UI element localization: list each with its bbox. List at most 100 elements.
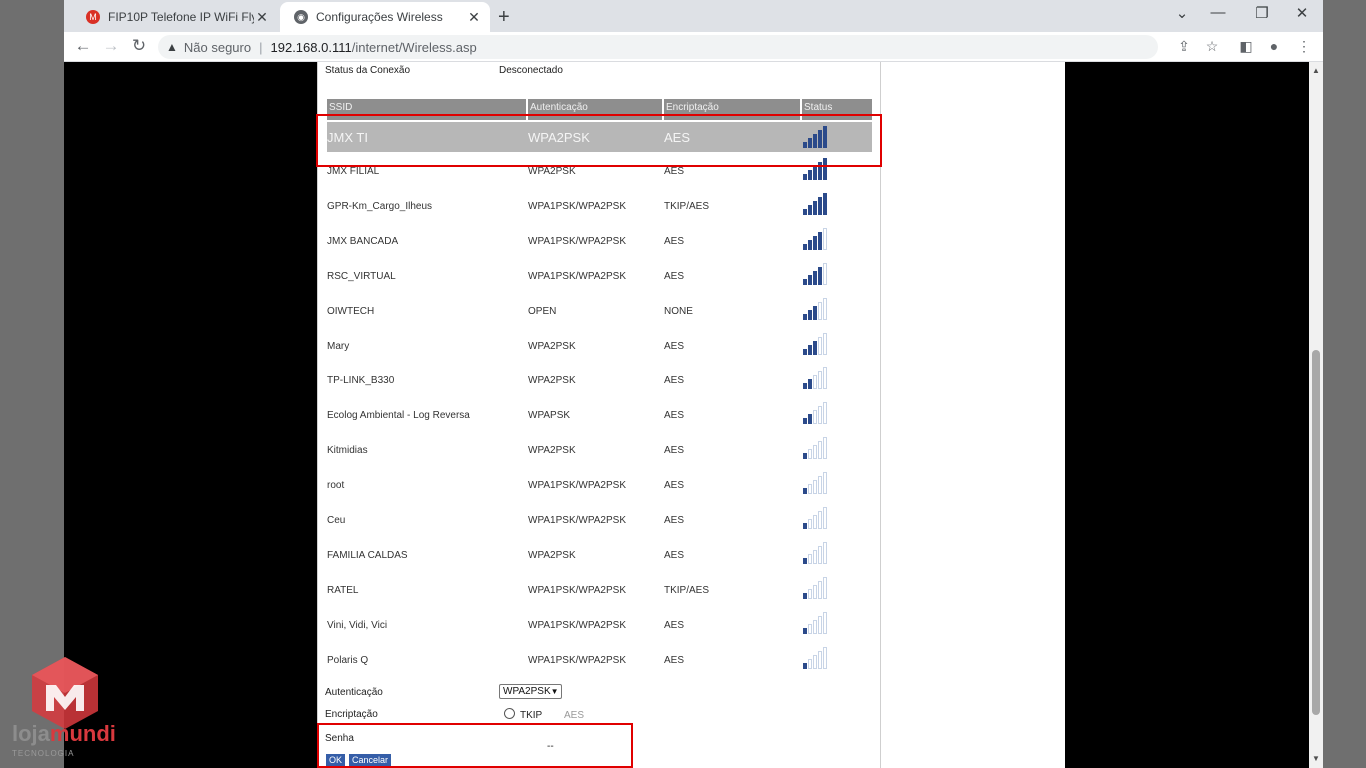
tab-search-icon[interactable]: ⌄	[1170, 4, 1194, 22]
table-row-selected[interactable]: JMX TI WPA2PSK AES	[327, 122, 872, 152]
cell-auth: WPA1PSK/WPA2PSK	[528, 480, 626, 492]
close-icon[interactable]: ✕	[466, 9, 482, 25]
cell-ssid: root	[327, 480, 345, 492]
scroll-down-icon[interactable]: ▼	[1309, 754, 1323, 763]
cell-ssid: RATEL	[327, 584, 359, 596]
signal-strength-icon	[803, 472, 829, 495]
separator: |	[259, 39, 263, 55]
cell-ssid: RSC_VIRTUAL	[327, 270, 396, 282]
brand-part-a: loja	[12, 721, 50, 746]
cell-ssid: Polaris Q	[327, 654, 369, 666]
page-viewport: Status da Conexão Desconectado SSID Aute…	[64, 62, 1309, 768]
table-row[interactable]: Vini, Vidi, Vici WPA1PSK/WPA2PSK AES	[327, 608, 872, 642]
cell-enc: AES	[664, 410, 685, 422]
minimize-button[interactable]: —	[1206, 4, 1230, 21]
cell-auth: WPA1PSK/WPA2PSK	[528, 515, 626, 526]
cell-ssid: JMX BANCADA	[327, 235, 399, 247]
tab-fip10p[interactable]: M FIP10P Telefone IP WiFi Flyingvoi ✕	[72, 2, 278, 32]
aes-label: AES	[564, 710, 585, 721]
cell-enc: AES	[664, 515, 685, 526]
cell-auth: WPA2PSK	[528, 375, 576, 387]
table-row[interactable]: RSC_VIRTUAL WPA1PSK/WPA2PSK AES	[327, 259, 872, 293]
close-window-button[interactable]: ✕	[1290, 4, 1314, 22]
bookmark-star-icon[interactable]: ☆	[1202, 38, 1222, 55]
close-icon[interactable]: ✕	[254, 9, 270, 25]
signal-strength-icon	[803, 262, 829, 285]
header-enc: Encriptação	[664, 99, 800, 120]
cell-auth: WPA2PSK	[528, 166, 576, 177]
ok-button[interactable]: OK	[326, 754, 346, 766]
cell-enc: TKIP/AES	[664, 584, 710, 596]
signal-strength-icon	[803, 192, 829, 215]
signal-strength-icon	[803, 227, 829, 250]
scrollbar-thumb[interactable]	[1312, 350, 1320, 715]
restore-button[interactable]: ❐	[1250, 4, 1274, 22]
cell-ssid: TP-LINK_B330	[327, 375, 395, 387]
forward-icon[interactable]: →	[100, 36, 122, 56]
table-row[interactable]: RATEL WPA1PSK/WPA2PSK TKIP/AES	[327, 573, 872, 607]
table-row[interactable]: OIWTECH OPEN NONE	[327, 294, 872, 328]
table-row[interactable]: GPR-Km_Cargo_Ilheus WPA1PSK/WPA2PSK TKIP/A…	[327, 189, 872, 223]
cell-enc: AES	[664, 445, 685, 457]
cell-ssid: Ecolog Ambiental - Log Reversa	[327, 410, 470, 422]
signal-strength-icon	[803, 297, 829, 320]
password-label: Senha	[325, 733, 354, 744]
new-tab-button[interactable]: +	[498, 6, 510, 29]
menu-icon[interactable]: ⋮	[1294, 38, 1314, 55]
security-label: Não seguro	[183, 39, 252, 55]
back-icon[interactable]: ←	[72, 36, 94, 56]
auth-select[interactable]: WPA2PSK ▼	[499, 684, 562, 699]
cell-enc: AES	[664, 619, 685, 631]
table-row[interactable]: Kitmidias WPA2PSK AES	[327, 433, 872, 467]
cell-ssid: OIWTECH	[327, 305, 375, 317]
password-field[interactable]: --	[547, 741, 554, 752]
cell-auth: WPAPSK	[528, 410, 571, 422]
table-row[interactable]: JMX FILIAL WPA2PSK AES	[327, 154, 872, 188]
cell-enc: AES	[664, 235, 685, 247]
cell-auth: WPA2PSK	[528, 130, 590, 145]
cell-auth: WPA1PSK/WPA2PSK	[528, 619, 626, 631]
table-row[interactable]: JMX BANCADA WPA1PSK/WPA2PSK AES	[327, 224, 872, 258]
cell-auth: WPA1PSK/WPA2PSK	[528, 200, 626, 212]
url-path: /internet/Wireless.asp	[351, 39, 477, 55]
cell-auth: WPA1PSK/WPA2PSK	[528, 235, 626, 247]
reload-icon[interactable]: ↻	[128, 36, 150, 56]
signal-strength-icon	[803, 332, 829, 355]
cell-auth: WPA1PSK/WPA2PSK	[528, 654, 626, 666]
cell-enc: AES	[664, 480, 685, 492]
divider	[317, 62, 318, 768]
cell-enc: AES	[664, 130, 691, 145]
browser-toolbar: ← → ↻ ▲ Não seguro | 192.168.0.111/inter…	[64, 32, 1323, 62]
table-row[interactable]: FAMILIA CALDAS WPA2PSK AES	[327, 538, 872, 572]
table-row[interactable]: Mary WPA2PSK AES	[327, 329, 872, 363]
tab-configuracoes-wireless[interactable]: ◉ Configurações Wireless ✕	[280, 2, 490, 32]
side-panel-icon[interactable]: ◧	[1236, 38, 1256, 55]
cell-enc: AES	[664, 654, 685, 666]
cell-enc: AES	[664, 270, 685, 282]
brand-subtitle: TECNOLOGIA	[12, 749, 75, 758]
cell-ssid: JMX TI	[327, 130, 368, 145]
tab-title: Configurações Wireless	[316, 10, 443, 24]
signal-strength-icon	[803, 576, 829, 599]
header-status: Status	[802, 99, 872, 120]
table-row[interactable]: Ecolog Ambiental - Log Reversa WPAPSK AES	[327, 398, 872, 432]
table-row[interactable]: Ceu WPA1PSK/WPA2PSK AES	[327, 503, 872, 537]
table-row[interactable]: TP-LINK_B330 WPA2PSK AES	[327, 363, 872, 397]
cell-ssid: JMX FILIAL	[327, 166, 380, 177]
vertical-scrollbar[interactable]: ▲ ▼	[1309, 62, 1323, 768]
signal-strength-icon	[803, 158, 829, 180]
chevron-down-icon: ▼	[550, 687, 559, 696]
share-icon[interactable]: ⇪	[1174, 38, 1194, 55]
lojamundi-logo: lojamundi TECNOLOGIA	[10, 655, 130, 765]
header-auth: Autenticação	[528, 99, 662, 120]
address-bar[interactable]: ▲ Não seguro | 192.168.0.111/internet/Wi…	[158, 35, 1158, 59]
table-row[interactable]: Polaris Q WPA1PSK/WPA2PSK AES	[327, 643, 872, 677]
profile-icon[interactable]: ●	[1264, 38, 1284, 54]
url-text: 192.168.0.111/internet/Wireless.asp	[271, 40, 477, 55]
cell-auth: WPA1PSK/WPA2PSK	[528, 270, 626, 282]
table-row[interactable]: root WPA1PSK/WPA2PSK AES	[327, 468, 872, 502]
signal-strength-icon	[803, 437, 829, 460]
tkip-radio[interactable]	[504, 708, 515, 719]
cancel-button[interactable]: Cancelar	[349, 754, 392, 766]
scroll-up-icon[interactable]: ▲	[1309, 66, 1323, 75]
